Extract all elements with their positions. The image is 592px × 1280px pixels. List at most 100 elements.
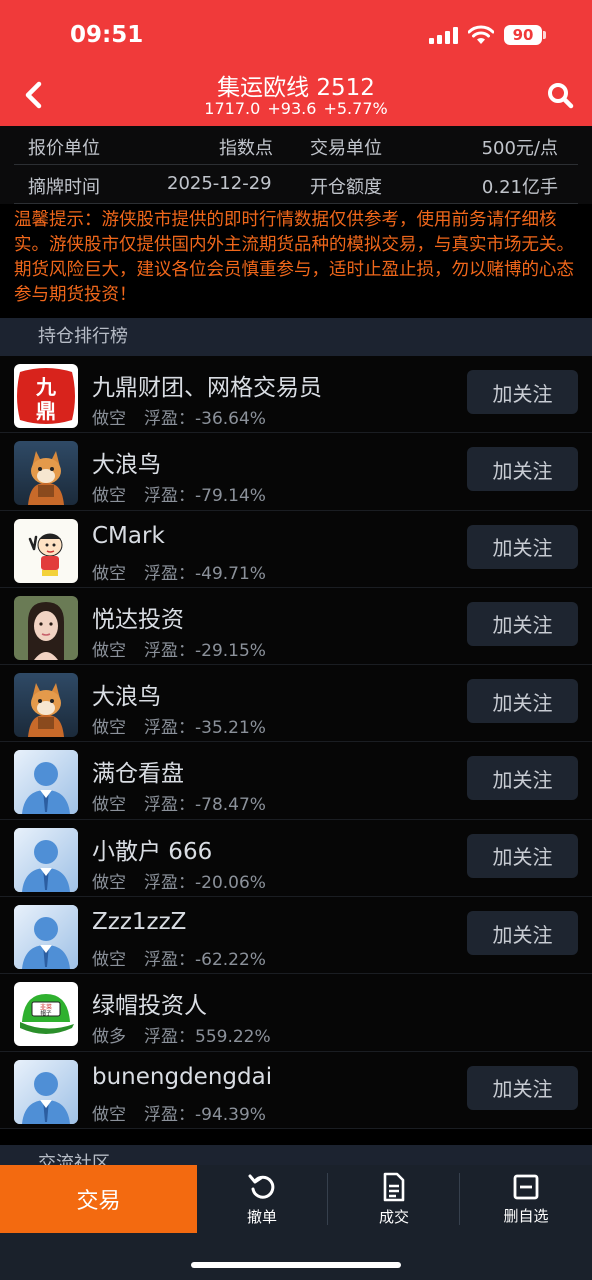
trader-name[interactable]: 大浪鸟 [92,445,161,479]
status-icons: 90 [429,22,546,48]
avatar[interactable] [14,673,78,738]
floating-pnl-label: 浮盈： [144,563,195,584]
floating-pnl-value: -78.47% [195,795,266,816]
floating-pnl-value: -35.21% [195,718,266,739]
avatar[interactable]: 九鼎 [14,364,78,428]
trader-meta: 做空 浮盈：-78.47% [92,790,266,815]
position-direction: 做空 [92,1104,126,1125]
floating-pnl-label: 浮盈： [144,1104,195,1125]
ranking-row[interactable]: Zzz1zzZ 做空 浮盈：-62.22% 加关注 [0,897,592,975]
floating-pnl-value: -79.14% [195,486,266,507]
ranking-row[interactable]: 大浪鸟 做空 浮盈：-79.14% 加关注 [0,433,592,511]
follow-button[interactable]: 加关注 [467,679,578,724]
floating-pnl-value: -49.71% [195,563,266,584]
trader-name[interactable]: CMark [92,523,165,549]
ranking-row[interactable]: 韭菜 帽子 绿帽投资人 做多 浮盈：559.22% [0,974,592,1052]
avatar[interactable] [14,518,78,583]
risk-warning: 温馨提示：游侠股市提供的即时行情数据仅供参考，使用前务请仔细核实。游侠股市仅提供… [14,210,574,305]
trader-meta: 做空 浮盈：-35.21% [92,713,266,738]
floating-pnl-label: 浮盈： [144,718,195,739]
info-value: 指数点 [219,138,273,159]
search-icon[interactable] [546,80,574,110]
avatar[interactable] [14,827,78,892]
position-direction: 做空 [92,950,126,971]
avatar[interactable] [14,595,78,660]
ranking-row[interactable]: 大浪鸟 做空 浮盈：-35.21% 加关注 [0,665,592,743]
trader-name[interactable]: 满仓看盘 [92,754,184,788]
position-direction: 做空 [92,640,126,661]
info-value: 0.21亿手 [481,177,558,198]
remove-watchlist-button[interactable]: 删自选 [461,1165,591,1233]
position-direction: 做空 [92,409,126,429]
floating-pnl-label: 浮盈： [144,486,195,507]
follow-button[interactable]: 加关注 [467,601,578,646]
ranking-row[interactable]: 小散户 666 做空 浮盈：-20.06% 加关注 [0,819,592,898]
avatar[interactable] [14,441,78,506]
ranking-row[interactable]: 九鼎九鼎财团、网格交易员做空 浮盈：-36.64% 加关注 [0,356,592,434]
floating-pnl-value: -29.15% [195,640,266,661]
price-summary: 1717.0 +93.6 +5.77% [204,99,388,118]
signal-icon [429,26,458,44]
trader-meta: 做空 浮盈：-62.22% [92,945,266,970]
follow-button[interactable]: 加关注 [467,370,578,414]
trader-name[interactable]: 大浪鸟 [92,677,161,711]
trader-name[interactable]: 小散户 666 [92,832,212,866]
floating-pnl-label: 浮盈： [144,795,195,816]
trader-name[interactable]: bunengdengdai [92,1064,272,1090]
trader-name[interactable]: 九鼎财团、网格交易员 [92,368,322,402]
document-icon [383,1172,405,1201]
follow-button[interactable]: 加关注 [467,447,578,492]
battery-icon: 90 [504,25,546,45]
follow-button[interactable]: 加关注 [467,1065,578,1110]
deals-button[interactable]: 成交 [329,1165,459,1233]
floating-pnl-value: -20.06% [195,872,266,893]
cancel-order-button[interactable]: 撤单 [197,1165,327,1233]
info-row: 摘牌时间 2025-12-29 开仓额度 0.21亿手 [14,165,578,204]
svg-text:九: 九 [35,375,56,399]
ranking-row[interactable]: bunengdengdai 做空 浮盈：-94.39% 加关注 [0,1051,592,1129]
position-direction: 做空 [92,872,126,893]
avatar[interactable]: 韭菜 帽子 [14,982,78,1047]
remove-watchlist-label: 删自选 [503,1206,549,1225]
trader-meta: 做空 浮盈：-49.71% [92,559,266,584]
info-value: 2025-12-29 [167,173,272,194]
minus-box-icon [513,1174,539,1199]
header: 09:51 90 集运欧线 2512 1717.0 +93.6 +5.77% [0,0,592,126]
follow-button[interactable]: 加关注 [467,833,578,878]
trader-meta: 做空 浮盈：-29.15% [92,636,266,661]
trader-name[interactable]: Zzz1zzZ [92,909,186,935]
position-direction: 做空 [92,718,126,739]
floating-pnl-value: -94.39% [195,1104,266,1125]
trade-button[interactable]: 交易 [0,1165,197,1233]
follow-button[interactable]: 加关注 [467,524,578,569]
floating-pnl-value: -62.22% [195,950,266,971]
deals-label: 成交 [378,1207,409,1226]
position-direction: 做多 [92,1027,126,1048]
avatar[interactable] [14,1059,78,1124]
position-direction: 做空 [92,563,126,584]
floating-pnl-value: -36.64% [195,409,266,429]
home-indicator [191,1262,401,1268]
floating-pnl-label: 浮盈： [144,409,195,429]
follow-button[interactable]: 加关注 [467,911,578,956]
ranking-row[interactable]: 满仓看盘 做空 浮盈：-78.47% 加关注 [0,742,592,820]
floating-pnl-label: 浮盈： [144,950,195,971]
trader-meta: 做空 浮盈：-20.06% [92,868,266,893]
svg-text:韭菜: 韭菜 [40,1003,52,1011]
ranking-row[interactable]: 悦达投资 做空 浮盈：-29.15% 加关注 [0,587,592,666]
status-time: 09:51 [70,22,144,48]
trader-name[interactable]: 绿帽投资人 [92,986,207,1020]
info-label: 交易单位 [310,138,382,159]
ranking-section-title: 持仓排行榜 [0,318,592,356]
trader-name[interactable]: 悦达投资 [92,600,184,634]
floating-pnl-label: 浮盈： [144,640,195,661]
cancel-order-label: 撤单 [246,1207,277,1226]
trader-meta: 做空 浮盈：-94.39% [92,1100,266,1125]
follow-button[interactable]: 加关注 [467,756,578,801]
info-row: 报价单位 指数点 交易单位 500元/点 [14,126,578,165]
undo-icon [248,1174,275,1199]
floating-pnl-label: 浮盈： [144,872,195,893]
avatar[interactable] [14,750,78,815]
ranking-row[interactable]: CMark 做空 浮盈：-49.71% 加关注 [0,510,592,588]
avatar[interactable] [14,905,78,970]
